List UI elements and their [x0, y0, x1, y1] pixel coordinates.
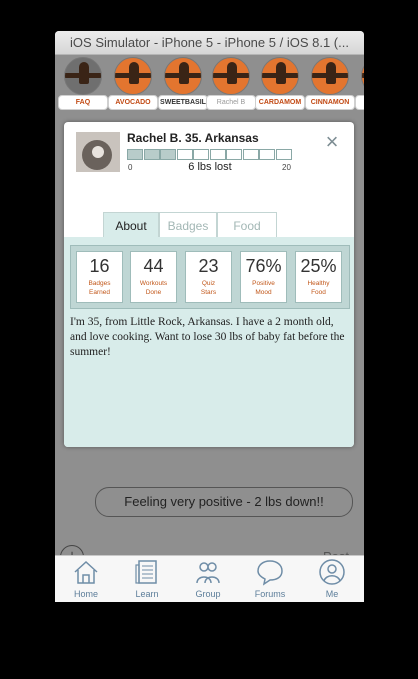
tab-label: Forums	[254, 589, 286, 599]
profile-name: Rachel B. 35. Arkansas	[127, 131, 259, 145]
tab-learn[interactable]: Learn	[122, 558, 172, 602]
avatar-item-avocado[interactable]: AVOCADO	[107, 57, 158, 115]
avatar-label: SWEETBASIL	[158, 95, 208, 110]
avatar-icon	[261, 57, 299, 95]
status-bubble[interactable]: Feeling very positive - 2 lbs down!!	[95, 487, 353, 517]
tab-label: Home	[73, 589, 98, 599]
window-title: iOS Simulator - iPhone 5 - iPhone 5 / iO…	[55, 31, 364, 55]
avatar-item-partial[interactable]: CA	[354, 57, 364, 115]
speech-bubble-icon	[257, 560, 283, 586]
stat-healthy-food: 25% Healthy Food	[295, 251, 342, 303]
progress-scale-max: 20	[282, 163, 291, 172]
progress-segment	[226, 149, 242, 160]
avatar-item-faq[interactable]: FAQ	[57, 57, 108, 115]
avatar-faq-icon	[64, 57, 102, 95]
progress-segment	[143, 149, 160, 160]
tab-label: Me	[325, 589, 339, 599]
stat-label: Badges Earned	[88, 280, 111, 296]
person-icon	[319, 559, 345, 585]
avatar-label: CARDAMOM	[255, 95, 305, 110]
avatar-icon	[311, 57, 349, 95]
stat-value: 76%	[245, 256, 282, 276]
tab-home[interactable]: Home	[61, 558, 111, 602]
progress-segment	[242, 149, 259, 160]
stat-label: Workouts Done	[139, 280, 168, 296]
bottom-tab-bar: Home Learn Group Forums Me	[55, 555, 364, 602]
avatar-icon	[114, 57, 152, 95]
avatar-icon	[164, 57, 202, 95]
stats-row: 16 Badges Earned 44 Workouts Done 23 Quiz S…	[70, 245, 350, 309]
tab-forums[interactable]: Forums	[245, 558, 295, 602]
progress-segment	[127, 149, 143, 160]
tab-about[interactable]: About	[103, 212, 159, 240]
tab-label: Learn	[135, 589, 159, 599]
tab-label: Group	[195, 589, 221, 599]
stat-value: 44	[143, 256, 164, 276]
stat-label: Healthy Food	[307, 280, 330, 296]
app-screen: FAQ AVOCADO SWEETBASIL Rachel B CARDAMOM…	[55, 55, 364, 575]
tab-food[interactable]: Food	[217, 212, 277, 239]
lbs-lost-text: 6 lbs lost	[188, 161, 232, 173]
progress-segment	[176, 149, 193, 160]
avatar-label: FAQ	[58, 95, 108, 110]
avatar-strip: FAQ AVOCADO SWEETBASIL Rachel B CARDAMOM…	[55, 55, 364, 117]
tab-badges[interactable]: Badges	[159, 212, 217, 239]
avatar-label: Rachel B	[206, 95, 256, 110]
simulator-window: iOS Simulator - iPhone 5 - iPhone 5 / iO…	[55, 31, 364, 601]
progress-segment	[160, 149, 176, 160]
progress-segment	[275, 149, 292, 160]
stat-quiz-stars: 23 Quiz Stars	[185, 251, 232, 303]
group-icon	[196, 562, 220, 584]
stat-label: Positive Mood	[252, 280, 275, 296]
avatar-item-cinnamon[interactable]: CINNAMON	[304, 57, 355, 115]
profile-bio: I'm 35, from Little Rock, Arkansas. I ha…	[70, 316, 345, 358]
about-panel: 16 Badges Earned 44 Workouts Done 23 Quiz S…	[64, 237, 354, 447]
stat-value: 25%	[300, 256, 337, 276]
progress-segment	[259, 149, 275, 160]
avatar-item-cardamom[interactable]: CARDAMOM	[254, 57, 305, 115]
stat-positive-mood: 76% Positive Mood	[240, 251, 287, 303]
avatar-label: CINNAMON	[305, 95, 355, 110]
home-icon	[74, 560, 98, 584]
progress-segment	[193, 149, 209, 160]
stat-workouts-done: 44 Workouts Done	[130, 251, 177, 303]
stat-label: Quiz Stars	[200, 280, 217, 296]
profile-popup: Rachel B. 35. Arkansas 0 6 lbs lost 20 ×…	[64, 122, 354, 447]
avatar-label: AVOCADO	[108, 95, 158, 110]
avatar-icon	[212, 57, 250, 95]
stat-value: 16	[89, 256, 110, 276]
profile-photo	[76, 132, 120, 172]
stat-badges-earned: 16 Badges Earned	[76, 251, 123, 303]
close-icon[interactable]: ×	[320, 130, 344, 154]
stat-value: 23	[198, 256, 219, 276]
avatar-icon	[361, 57, 364, 95]
newspaper-icon	[135, 560, 157, 584]
tab-group[interactable]: Group	[183, 558, 233, 602]
tab-me[interactable]: Me	[307, 558, 357, 602]
avatar-item-rachel-b[interactable]: Rachel B	[205, 57, 256, 115]
avatar-item-sweetbasil[interactable]: SWEETBASIL	[157, 57, 208, 115]
progress-segment	[209, 149, 226, 160]
avatar-label: CA	[355, 95, 364, 110]
